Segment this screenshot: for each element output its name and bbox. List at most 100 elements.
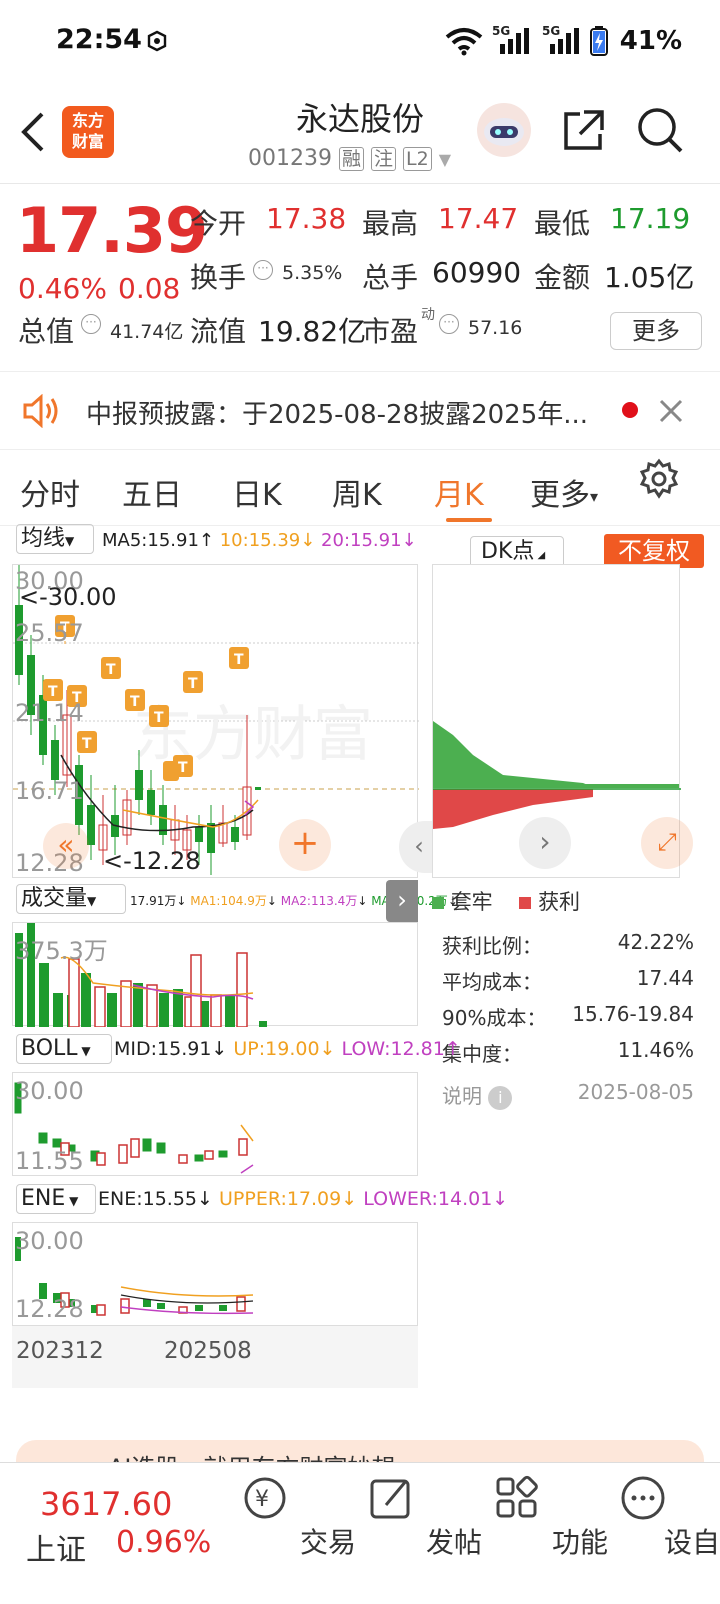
ma5-value: MA5:15.91 — [102, 530, 199, 551]
search-icon[interactable] — [636, 106, 684, 154]
grid-apps-icon — [496, 1475, 538, 1518]
high-label: 最高 — [362, 207, 419, 240]
info-dots-icon[interactable]: ··· — [253, 260, 273, 280]
pe-dynamic-sup: 动 — [421, 307, 435, 323]
nav-post-label: 发帖 — [425, 1526, 482, 1559]
pe-value: 57.16 — [468, 317, 523, 339]
svg-text:T: T — [48, 684, 58, 700]
concentration-row: 集中度： 11.46% — [442, 1038, 694, 1068]
nav-trade-label: 交易 — [299, 1526, 356, 1559]
index-value: 3617.60 — [40, 1485, 173, 1523]
ene-lower: LOWER:14.01 — [363, 1188, 493, 1210]
y-axis-4: 16.71 — [15, 777, 84, 805]
adjust-mode-button[interactable]: 不复权 — [604, 534, 704, 568]
battery-percent: 41% — [619, 26, 682, 56]
ene-indicator-select[interactable]: ENE ▼ — [16, 1184, 96, 1214]
info-dots-icon[interactable]: ··· — [81, 314, 101, 334]
index-ticker[interactable]: 3617.60 上证 0.96% — [0, 1463, 212, 1604]
badge-registered: 注 — [371, 147, 397, 171]
avg-cost-label: 平均成本： — [442, 970, 542, 994]
tab-intraday[interactable]: 分时 — [20, 470, 80, 514]
chevron-right-icon[interactable]: › — [519, 817, 571, 869]
note-label: 说明 — [442, 1084, 482, 1108]
mktcap-value: 41.74亿 — [110, 321, 184, 343]
info-icon: i — [488, 1086, 513, 1110]
notice-text: 中报预披露：于2025-08-28披露2025年... — [86, 400, 589, 430]
ene-chart[interactable]: 30.00 12.28 — [12, 1222, 418, 1326]
ene-y-min: 12.28 — [15, 1295, 84, 1323]
chevron-down-icon: ◢ — [534, 550, 546, 561]
ai-assistant-icon[interactable] — [476, 102, 532, 158]
ma10-arrow: ↓ — [300, 530, 316, 551]
status-bar: 22:54 5G 5G 41% — [0, 0, 720, 84]
ma20-arrow: ↓ — [401, 530, 417, 551]
profit-ratio-label: 获利比例： — [442, 934, 542, 958]
nav-add-watchlist-label: 设自选 — [663, 1526, 720, 1559]
tab-daily[interactable]: 日K — [232, 470, 282, 514]
volume-indicator-select[interactable]: 成交量▼ — [16, 884, 126, 914]
ene-legend: ENE:15.55↓ UPPER:17.09↓ LOWER:14.01↓ — [98, 1188, 509, 1210]
note-button[interactable]: 说明 i — [442, 1080, 513, 1110]
open-label: 今开 — [190, 207, 247, 240]
float-value: 19.82亿 — [258, 315, 367, 348]
ene-y-max: 30.00 — [15, 1227, 84, 1255]
boll-legend: MID:15.91↓ UP:19.00↓ LOW:12.81↑ — [114, 1038, 461, 1060]
more-quote-button[interactable]: 更多 — [610, 312, 702, 350]
rewind-icon[interactable]: « — [43, 823, 89, 869]
volume-y-max: 375.3万 — [15, 937, 108, 965]
ma-indicator-select[interactable]: 均线▼ — [16, 524, 94, 554]
notice-bar[interactable]: 中报预披露：于2025-08-28披露2025年... — [0, 372, 720, 450]
open-value: 17.38 — [266, 202, 347, 235]
chevron-down-icon[interactable]: ▼ — [439, 150, 451, 169]
y-axis-2: 25.57 — [15, 619, 84, 647]
ene-upper: UPPER:17.09 — [219, 1188, 342, 1210]
period-tabs: 分时 五日 日K 周K 月K 更多▾ — [0, 450, 720, 526]
index-percent: 0.96% — [116, 1525, 212, 1560]
volume-current: 17.91万 — [130, 894, 177, 908]
kline-chart[interactable]: 东方财富 T T T T T T T T T T 30.00 <-30.00 2… — [12, 564, 439, 878]
share-icon[interactable] — [560, 108, 606, 154]
chevron-down-icon: ▼ — [77, 1044, 91, 1058]
speaker-icon — [23, 394, 58, 428]
profit-ratio-value: 42.22% — [617, 930, 694, 954]
turnover-value: 5.35% — [282, 262, 343, 284]
ma-selector-label: 均线 — [21, 526, 66, 551]
avg-cost-row: 平均成本： 17.44 — [442, 966, 694, 996]
nav-functions-label: 功能 — [551, 1526, 608, 1559]
x-axis: 202312 202508 — [12, 1326, 418, 1388]
change-value: 0.08 — [118, 272, 181, 305]
tab-five-day[interactable]: 五日 — [122, 470, 182, 514]
cost90-label: 90%成本： — [442, 1006, 547, 1030]
boll-y-min: 11.55 — [15, 1147, 84, 1175]
info-dots-icon[interactable]: ··· — [439, 314, 459, 334]
vpn-icon — [147, 30, 167, 52]
volume-selector-label: 成交量 — [21, 886, 88, 911]
expand-icon[interactable]: ⤢ — [641, 817, 693, 869]
unread-dot — [622, 402, 638, 418]
boll-chart[interactable]: 30.00 11.55 — [12, 1072, 418, 1176]
low-label: 最低 — [534, 207, 591, 240]
tab-weekly[interactable]: 周K — [332, 470, 382, 514]
bottom-nav: 3617.60 上证 0.96% ¥ 交易 发帖 功能 设自选 — [0, 1462, 720, 1604]
add-icon[interactable]: + — [279, 819, 331, 871]
svg-text:¥: ¥ — [255, 1487, 269, 1512]
more-dots-icon — [621, 1476, 665, 1520]
volume-chart[interactable]: 375.3万 — [12, 922, 418, 1027]
stock-code-row: 001239 融 注 L2 ▼ — [248, 144, 451, 171]
ene-selector-label: ENE — [21, 1186, 66, 1211]
chevron-down-icon: ▼ — [65, 1194, 79, 1208]
tab-more-label: 更多 — [530, 478, 590, 513]
x-axis-start: 202312 — [16, 1338, 104, 1364]
boll-indicator-select[interactable]: BOLL ▼ — [16, 1034, 112, 1064]
settings-gear-icon[interactable] — [638, 458, 680, 500]
profit-label: 获利 — [538, 890, 581, 914]
chevron-right-icon[interactable]: › — [386, 880, 418, 922]
tab-monthly[interactable]: 月K — [434, 470, 484, 514]
tab-more[interactable]: 更多▾ — [530, 470, 598, 514]
chip-distribution-chart[interactable]: › ⤢ — [432, 564, 693, 878]
svg-text:T: T — [106, 662, 116, 678]
badge-l2: L2 — [403, 147, 432, 171]
svg-text:T: T — [154, 710, 164, 726]
high-value: 17.47 — [438, 202, 519, 235]
close-icon[interactable] — [658, 398, 684, 424]
